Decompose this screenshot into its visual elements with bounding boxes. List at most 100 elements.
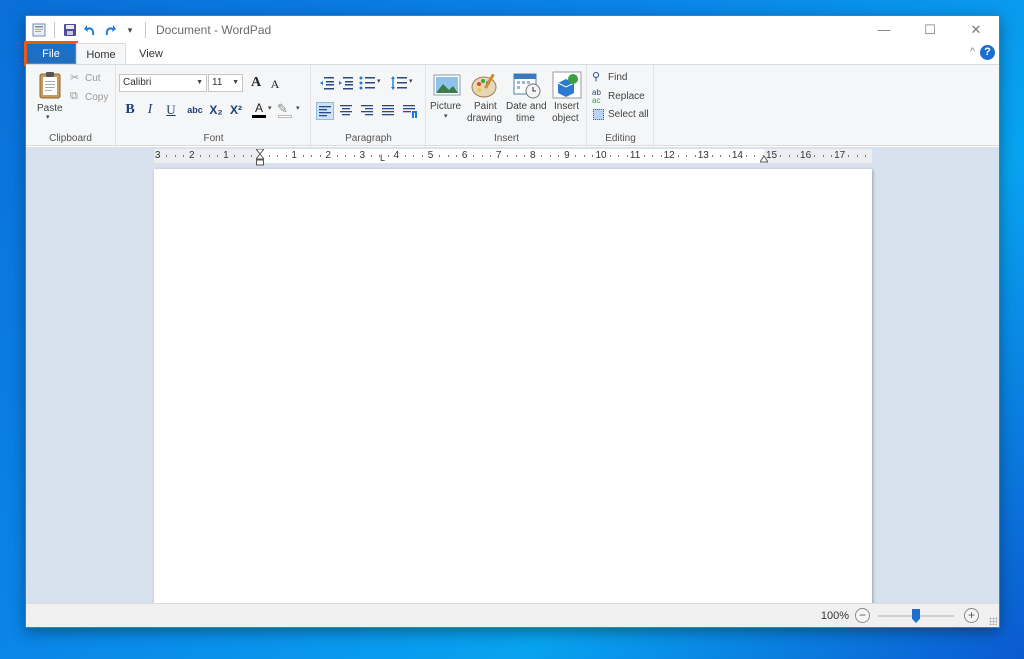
zoom-slider-thumb[interactable] [912,609,920,623]
ruler-tick [558,155,559,157]
strikethrough-button[interactable]: abc [184,101,206,119]
ruler-number: 13 [697,150,709,161]
zoom-out-button[interactable]: − [855,608,870,623]
save-icon[interactable] [63,23,77,37]
ruler-tick [456,155,457,157]
paint-drawing-button[interactable]: Paint drawing [466,69,504,125]
ruler-tick [507,155,508,157]
ruler-tick [439,155,440,157]
tab-home[interactable]: Home [76,43,126,65]
ruler-tick [422,155,423,157]
wordpad-window: ▾ Document - WordPad — ☐ ✕ File Home Vie… [24,15,1000,628]
ruler-number: 2 [325,150,331,161]
ruler-number: 7 [495,150,502,161]
tab-stop-icon[interactable]: L [380,153,385,163]
ruler-tick [183,155,184,157]
ruler-tick [473,155,474,157]
undo-icon[interactable] [83,23,97,37]
justify-icon[interactable] [379,102,397,120]
paste-button[interactable]: Paste ▾ [32,69,66,125]
ruler-tick [754,155,755,157]
subscript-button[interactable]: X₂ [207,101,225,119]
zoom-level: 100% [820,610,849,622]
ruler-tick [780,155,781,157]
zoom-in-button[interactable]: + [964,608,979,623]
collapse-ribbon-icon[interactable]: ^ [970,46,975,58]
insert-object-button[interactable]: Insert object [550,69,584,125]
select-all-button[interactable]: Select all [592,107,650,123]
help-icon[interactable]: ? [980,45,995,60]
redo-icon[interactable] [103,23,117,37]
app-menu-icon[interactable] [32,23,46,37]
ruler-number: 4 [393,150,400,161]
insert-group: Picture ▾ Paint drawing Date and time In… [427,65,587,147]
binoculars-icon: ⚲ [592,71,601,83]
paragraph-settings-icon[interactable] [401,102,419,120]
status-bar: 100% − + [26,603,999,627]
highlight-color-button[interactable]: ✎ ▾ [277,101,303,121]
copy-icon: ⧉ [70,90,78,102]
indent-marker-icon[interactable] [256,149,264,167]
line-spacing-button[interactable]: ▾ [390,74,416,92]
line-spacing-icon [391,76,407,90]
ruler-tick [584,155,585,157]
select-all-icon [593,109,604,120]
font-size-select[interactable]: 11 ▼ [208,74,243,92]
ruler-number: 5 [427,150,434,161]
paste-dropdown-icon[interactable]: ▾ [46,113,50,121]
horizontal-ruler[interactable]: L 3 2 1 1 2 3 4 5 6 7 8 9 10 11 12 13 14 15 16 17 [154,149,872,166]
shrink-font-button[interactable]: A [266,75,284,93]
ruler-tick [388,155,389,157]
replace-icon: ab ac [592,88,601,105]
highlight-swatch [278,115,292,118]
align-left-icon[interactable] [316,102,334,120]
ruler-tick [618,155,619,157]
ruler-tick [848,155,849,157]
superscript-button[interactable]: X² [227,101,245,119]
grow-font-button[interactable]: A [247,74,265,92]
customize-toolbar-icon[interactable]: ▾ [123,23,137,37]
zoom-slider[interactable] [878,609,954,623]
ruler-tick [652,155,653,157]
font-color-button[interactable]: A ▾ [250,101,274,121]
resize-grip[interactable] [989,617,997,625]
paste-label: Paste [37,103,63,114]
font-family-select[interactable]: Calibri ▼ [119,74,207,92]
underline-button[interactable]: U [162,101,180,119]
ruler-tick [277,155,278,157]
replace-button[interactable]: ab ac Replace [592,89,650,105]
ruler-tick [823,155,824,157]
ruler-tick [269,155,270,157]
picture-button[interactable]: Picture ▾ [429,69,465,125]
maximize-button[interactable]: ☐ [907,16,953,43]
ruler-tick [797,155,798,157]
ruler-tick [729,155,730,157]
cut-button[interactable]: ✂ Cut [70,71,114,87]
ruler-tick [686,155,687,157]
ruler-tick [814,155,815,157]
find-label: Find [608,72,628,83]
ruler-number: 9 [564,150,570,161]
decrease-indent-icon[interactable] [318,74,336,92]
quick-access-toolbar: ▾ Document - WordPad [26,16,271,43]
date-time-button[interactable]: Date and time [506,69,548,125]
increase-indent-icon[interactable] [337,74,355,92]
tab-view[interactable]: View [129,43,173,64]
bullets-button[interactable]: ▾ [358,74,384,92]
align-center-icon[interactable] [337,102,355,120]
copy-button[interactable]: ⧉ Copy [70,90,114,106]
calendar-clock-icon [513,73,541,99]
find-button[interactable]: ⚲ Find [592,71,650,87]
tab-file[interactable]: File [24,41,78,66]
ruler-number: 3 [154,150,161,161]
italic-button[interactable]: I [141,101,159,119]
document-page[interactable] [154,169,872,605]
ruler-tick [345,155,346,157]
ruler-tick [337,155,338,157]
close-button[interactable]: ✕ [953,16,999,43]
ruler-number: 11 [629,150,641,161]
bold-button[interactable]: B [121,101,139,119]
ruler-tick [610,155,611,157]
align-right-icon[interactable] [358,102,376,120]
minimize-button[interactable]: — [861,16,907,43]
